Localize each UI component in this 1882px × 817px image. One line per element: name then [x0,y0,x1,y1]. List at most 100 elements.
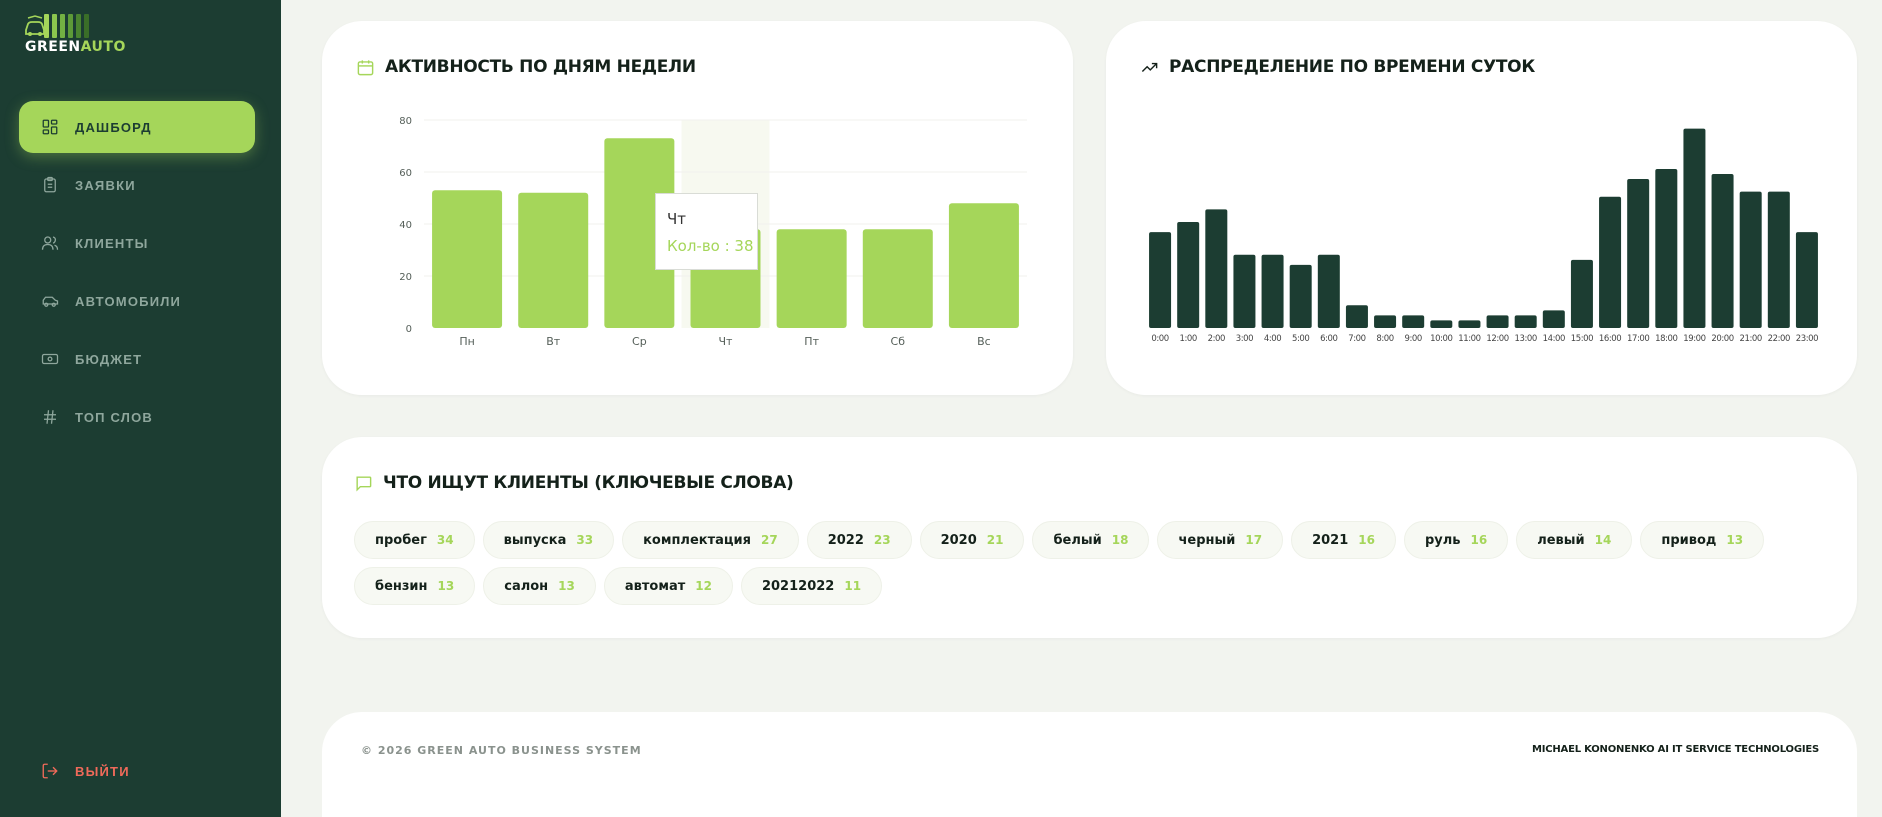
bar-hour-12:00 [1486,315,1509,328]
x-tick-label: 0:00 [1151,334,1169,344]
bar-hour-23:00 [1795,232,1818,328]
sidebar-item-top-words[interactable]: ТОП СЛОВ [19,391,255,443]
dashboard-icon [41,118,59,136]
banknote-icon [41,350,59,368]
keyword-chip[interactable]: пробег 34 [354,521,475,559]
keyword-word: 2022 [827,532,864,548]
keyword-count: 21 [986,533,1004,547]
sidebar-item-budget[interactable]: БЮДЖЕТ [19,333,255,385]
bar-hour-6:00 [1317,254,1340,328]
keyword-word: руль [1424,532,1461,548]
users-icon [41,234,59,252]
hourly-bar-chart: 0:00 1:00 2:00 3:00 4:00 5:00 6:00 7:00 8:00 9:00… [1149,128,1819,344]
keyword-chip[interactable]: салон 13 [483,567,596,605]
x-tick-label: 17:00 [1627,334,1650,344]
keyword-word: автомат [624,578,686,594]
chart-tooltip: Чт Кол-во : 38 [655,193,758,270]
bar-hour-10:00 [1430,320,1453,328]
keyword-chip[interactable]: руль 16 [1403,521,1509,559]
keyword-chip[interactable]: 2020 21 [919,521,1025,559]
keyword-count: 13 [558,579,575,593]
keyword-word: белый [1053,532,1102,548]
x-tick-label: Сб [891,335,906,348]
sidebar-item-clients[interactable]: КЛИЕНТЫ [19,217,255,269]
bar-hour-22:00 [1767,191,1790,328]
keyword-chip[interactable]: 20212022 11 [740,567,883,605]
brand-word-green: GREEN [25,39,81,55]
keyword-count: 18 [1111,533,1129,547]
x-tick-label: 3:00 [1236,334,1254,344]
keyword-word: черный [1178,532,1236,548]
keyword-word: левый [1537,532,1585,548]
logo-bar [84,14,89,38]
sidebar-item-label: ДАШБОРД [75,119,152,135]
brand-logo[interactable]: GREENAUTO [24,14,125,56]
keyword-chip[interactable]: выпуска 33 [482,521,615,559]
y-tick-label: 40 [399,220,412,231]
keyword-word: привод [1661,532,1717,548]
keyword-chip[interactable]: белый 18 [1032,521,1150,559]
bar-hour-7:00 [1345,305,1368,328]
x-tick-label: 18:00 [1655,334,1678,344]
x-tick-label: 23:00 [1796,334,1819,344]
x-tick-label: 13:00 [1514,334,1537,344]
keyword-chip[interactable]: черный 17 [1157,521,1284,559]
bar-Вт [518,192,589,328]
bar-hour-2:00 [1205,209,1228,328]
keyword-chip[interactable]: 2022 23 [806,521,912,559]
sidebar-item-cars[interactable]: АВТОМОБИЛИ [19,275,255,327]
x-tick-label: 4:00 [1264,334,1282,344]
logo-bar [68,14,73,38]
keyword-word: 2020 [940,532,977,548]
bar-hour-14:00 [1542,310,1565,328]
keyword-chip[interactable]: автомат 12 [603,567,733,605]
sidebar-nav: ДАШБОРД ЗАЯВКИ КЛИЕНТЫ АВТОМОБИЛИ БЮДЖЕТ… [19,101,255,449]
bar-hour-4:00 [1261,254,1284,328]
keywords-card-title-text: ЧТО ИЩУТ КЛИЕНТЫ (КЛЮЧЕВЫЕ СЛОВА) [383,473,794,493]
x-tick-label: Вт [546,335,561,348]
keyword-count: 34 [436,533,454,547]
y-tick-label: 80 [399,116,412,127]
keyword-count: 11 [844,579,862,593]
tooltip-label: Чт [667,210,687,228]
logo-bar [76,14,81,38]
x-tick-label: 1:00 [1179,334,1197,344]
x-tick-label: 21:00 [1739,334,1762,344]
keyword-count: 16 [1470,533,1488,547]
logout-label: ВЫЙТИ [75,763,130,779]
tooltip-value: Кол-во : 38 [667,237,754,255]
keyword-count: 23 [873,533,891,547]
x-tick-label: Ср [632,335,647,348]
keyword-chip[interactable]: левый 14 [1516,521,1633,559]
bar-hour-19:00 [1683,128,1706,328]
footer: © 2026 GREEN AUTO BUSINESS SYSTEM MICHAE… [322,712,1857,817]
sidebar-item-label: АВТОМОБИЛИ [75,293,182,309]
x-tick-label: Пн [459,335,474,348]
bar-hour-16:00 [1599,196,1622,328]
x-tick-label: 10:00 [1430,334,1453,344]
sidebar-item-dashboard[interactable]: ДАШБОРД [19,101,255,153]
keyword-word: выпуска [503,532,567,548]
keywords-card: ЧТО ИЩУТ КЛИЕНТЫ (КЛЮЧЕВЫЕ СЛОВА) пробег… [322,437,1857,638]
keyword-count: 13 [437,579,455,593]
bar-hour-13:00 [1514,315,1537,328]
x-tick-label: 15:00 [1571,334,1594,344]
bar-hour-0:00 [1149,232,1172,328]
bar-Вс [948,203,1019,328]
bar-hour-8:00 [1374,315,1397,328]
y-tick-label: 20 [399,272,412,283]
x-tick-label: 9:00 [1404,334,1422,344]
x-tick-label: 12:00 [1486,334,1509,344]
bar-Сб [862,229,933,328]
keyword-chip-list: пробег 34 выпуска 33 комплектация 27 2022 23 202… [354,521,1834,605]
keyword-chip[interactable]: комплектация 27 [622,521,799,559]
logo-bar [44,14,49,38]
keyword-chip[interactable]: бензин 13 [354,567,476,605]
keyword-chip[interactable]: 2021 16 [1291,521,1396,559]
bar-hour-9:00 [1402,315,1425,328]
logo-bar [60,14,65,38]
sidebar-item-label: БЮДЖЕТ [75,351,143,367]
keyword-chip[interactable]: привод 13 [1640,521,1765,559]
sidebar-item-requests[interactable]: ЗАЯВКИ [19,159,255,211]
logout-button[interactable]: ВЫЙТИ [41,762,130,780]
